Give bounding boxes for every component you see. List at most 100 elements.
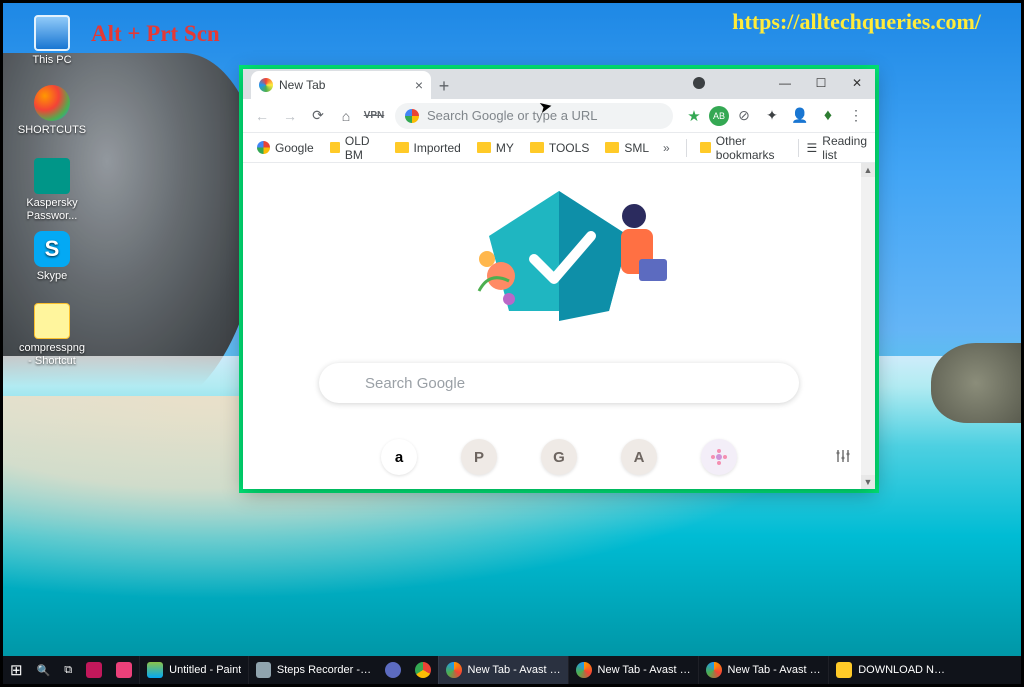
monitor-icon — [34, 15, 70, 51]
tab-close-icon[interactable]: × — [415, 77, 423, 93]
nav-reload-button[interactable]: ⟳ — [305, 103, 331, 129]
separator — [686, 139, 687, 157]
scroll-up-icon[interactable]: ▲ — [861, 163, 875, 177]
taskbar-pin-chrome[interactable] — [408, 656, 438, 684]
butterfly-icon — [34, 85, 70, 121]
other-bookmarks-button[interactable]: Other bookmarks — [694, 131, 789, 165]
reading-list-button[interactable]: ☰ Reading list — [807, 134, 867, 162]
taskbar-app-explorer[interactable]: DOWNLOAD NEW — [828, 656, 958, 684]
scroll-down-icon[interactable]: ▼ — [861, 475, 875, 489]
new-tab-button[interactable]: + — [431, 73, 457, 99]
folder-icon — [700, 142, 710, 153]
customize-page-button[interactable] — [835, 448, 851, 469]
extension-block-icon[interactable]: ⊘ — [731, 103, 757, 129]
taskbar-pin-2[interactable] — [109, 656, 139, 684]
shortcut-p[interactable]: P — [461, 439, 497, 475]
taskbar-label: New Tab - Avast S... — [598, 664, 692, 676]
window-minimize-button[interactable]: ― — [767, 69, 803, 97]
chrome-window: New Tab × + ― ☐ ✕ ➤ ← → ⟳ ⌂ VPN Search G… — [243, 69, 875, 489]
search-button[interactable]: 🔍 — [30, 656, 58, 684]
app-icon — [86, 662, 102, 678]
list-icon: ☰ — [807, 141, 818, 155]
shortcut-amazon[interactable]: a — [381, 439, 417, 475]
desktop-icon-label: compresspng - Shortcut — [17, 342, 87, 367]
vpn-indicator[interactable]: VPN — [361, 103, 387, 129]
bookmark-label: OLD BM — [345, 134, 379, 162]
folder-icon — [530, 142, 544, 153]
taskbar-pin-snip[interactable] — [378, 656, 408, 684]
window-close-button[interactable]: ✕ — [839, 69, 875, 97]
bookmarks-overflow-button[interactable]: » — [659, 141, 674, 155]
wallpaper-rock-small — [931, 343, 1021, 423]
taskbar-app-steps-recorder[interactable]: Steps Recorder - R... — [248, 656, 378, 684]
desktop-icon-label: Kaspersky Passwor... — [17, 197, 87, 222]
shortcut-custom[interactable] — [701, 439, 737, 475]
desktop-icon-label: SHORTCUTS — [17, 124, 87, 137]
google-icon — [405, 109, 419, 123]
desktop-icon-kaspersky[interactable]: Kaspersky Passwor... — [17, 158, 87, 222]
folder-icon — [330, 142, 340, 153]
window-maximize-button[interactable]: ☐ — [803, 69, 839, 97]
taskbar-label: New Tab - Avast S... — [468, 664, 562, 676]
taskbar-label: Untitled - Paint — [169, 664, 241, 676]
nav-forward-button[interactable]: → — [277, 103, 303, 129]
taskbar-pin-1[interactable] — [79, 656, 109, 684]
vertical-scrollbar[interactable]: ▲ ▼ — [861, 163, 875, 489]
bookmark-oldbm[interactable]: OLD BM — [324, 131, 385, 165]
desktop-icon-this-pc[interactable]: This PC — [17, 15, 87, 67]
bookmark-label: Reading list — [822, 134, 867, 162]
taskbar-app-chrome-3[interactable]: New Tab - Avast S... — [698, 656, 828, 684]
bookmark-label: Other bookmarks — [716, 134, 784, 162]
bookmark-star-icon[interactable]: ★ — [681, 103, 707, 129]
profile-icon[interactable]: 👤 — [787, 103, 813, 129]
task-view-button[interactable]: ⧉ — [57, 656, 79, 684]
snip-icon — [385, 662, 401, 678]
browser-tab[interactable]: New Tab × — [251, 71, 431, 99]
paint-icon — [147, 662, 163, 678]
taskbar-app-chrome-1[interactable]: New Tab - Avast S... — [438, 656, 568, 684]
bookmark-google[interactable]: Google — [251, 138, 320, 158]
security-shield-icon[interactable]: ♦ — [815, 103, 841, 129]
address-bar: ← → ⟳ ⌂ VPN Search Google or type a URL … — [243, 99, 875, 133]
taskbar-label: Steps Recorder - R... — [277, 664, 371, 676]
hero-illustration — [429, 181, 689, 331]
steps-recorder-icon — [256, 662, 271, 678]
desktop-wallpaper: Alt + Prt Scn https://alltechqueries.com… — [3, 3, 1021, 684]
desktop-icon-shortcuts[interactable]: SHORTCUTS — [17, 85, 87, 137]
desktop-icon-skype[interactable]: S Skype — [17, 231, 87, 283]
taskbar-app-chrome-2[interactable]: New Tab - Avast S... — [568, 656, 698, 684]
profile-badge[interactable]: AB — [709, 106, 729, 126]
titlebar[interactable]: New Tab × + ― ☐ ✕ ➤ — [243, 69, 875, 99]
tab-favicon-icon — [259, 78, 273, 92]
omnibox[interactable]: Search Google or type a URL — [395, 103, 673, 129]
search-google-input[interactable]: Search Google — [319, 363, 799, 403]
extensions-puzzle-icon[interactable]: ✦ — [759, 103, 785, 129]
chrome-icon — [415, 662, 431, 678]
nav-back-button[interactable]: ← — [249, 103, 275, 129]
shortcut-a[interactable]: A — [621, 439, 657, 475]
desktop-icon-label: Skype — [17, 270, 87, 283]
flower-icon — [710, 448, 728, 466]
tab-title: New Tab — [279, 78, 325, 92]
page-content: ▲ ▼ Search Google a P — [243, 163, 875, 489]
folder-icon — [395, 142, 409, 153]
avast-browser-icon — [576, 662, 591, 678]
omnibox-placeholder: Search Google or type a URL — [427, 108, 598, 123]
taskbar-app-paint[interactable]: Untitled - Paint — [139, 656, 248, 684]
media-indicator-icon[interactable] — [693, 77, 705, 89]
desktop-icon-compresspng[interactable]: compresspng - Shortcut — [17, 303, 87, 367]
bookmark-tools[interactable]: TOOLS — [524, 138, 595, 158]
windows-taskbar: ⊞ 🔍 ⧉ Untitled - Paint Steps Recorder - … — [3, 656, 1021, 684]
bookmark-sml[interactable]: SML — [599, 138, 655, 158]
start-button[interactable]: ⊞ — [3, 656, 30, 684]
app-icon — [116, 662, 132, 678]
bookmark-my[interactable]: MY — [471, 138, 520, 158]
nav-home-button[interactable]: ⌂ — [333, 103, 359, 129]
bookmark-imported[interactable]: Imported — [389, 138, 467, 158]
folder-shortcut-icon — [34, 303, 70, 339]
shortcut-g[interactable]: G — [541, 439, 577, 475]
bookmark-label: TOOLS — [549, 141, 589, 155]
bookmarks-bar: Google OLD BM Imported MY TOOLS SML » Ot… — [243, 133, 875, 163]
chrome-menu-button[interactable]: ⋮ — [843, 103, 869, 129]
separator — [798, 139, 799, 157]
